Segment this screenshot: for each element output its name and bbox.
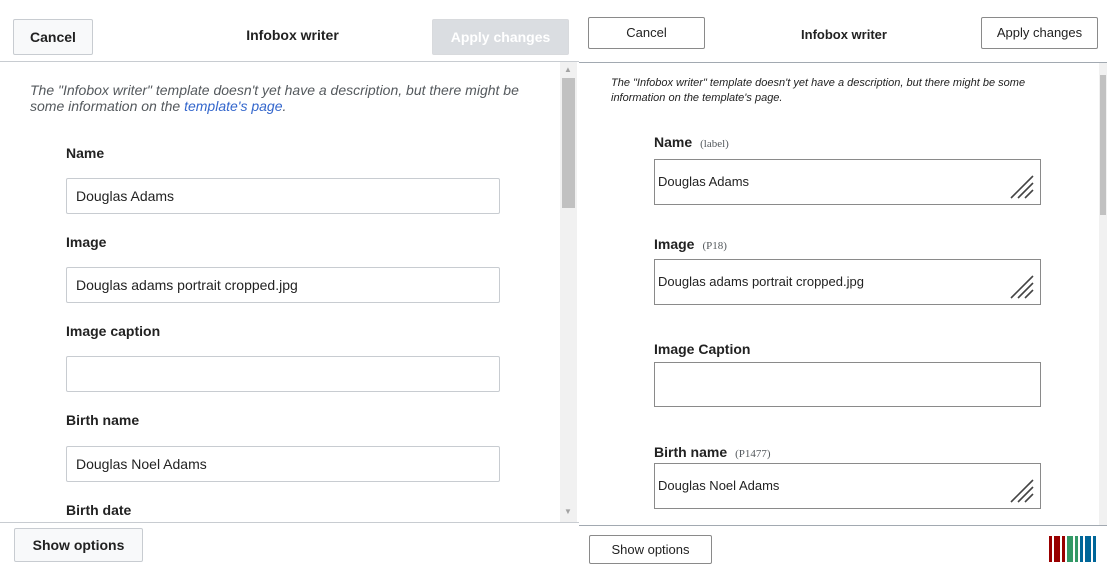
field-value: Douglas Noel Adams [658,478,780,493]
right-dialog: Cancel Infobox writer Apply changes The … [579,0,1107,565]
template-description: The "Infobox writer" template doesn't ye… [30,82,540,114]
field-label-text: Birth name [654,444,728,460]
birth-name-field[interactable]: Douglas Noel Adams [66,446,500,482]
dialog-body: The "Infobox writer" template doesn't ye… [0,62,579,522]
field-label-text: Name [654,134,693,150]
wikidata-logo [1049,536,1096,562]
field-label-birth-date: Birth date [66,502,132,518]
cancel-button[interactable]: Cancel [588,17,705,49]
resize-grip-icon[interactable] [1007,272,1035,300]
resize-grip-icon[interactable] [1007,476,1035,504]
field-label-image-caption: Image Caption [654,341,750,357]
resize-grip-icon[interactable] [1007,172,1035,200]
description-end: . [282,98,287,114]
dialog-header: Cancel Infobox writer Apply changes [0,0,579,62]
left-dialog: Cancel Infobox writer Apply changes The … [0,0,579,565]
field-value: Douglas Adams [658,174,750,189]
image-field[interactable]: Douglas adams portrait cropped.jpg [654,259,1041,305]
property-id: (P18) [702,240,727,252]
field-value: Douglas adams portrait cropped.jpg [658,274,864,289]
apply-changes-button[interactable]: Apply changes [981,17,1098,49]
template-page-link[interactable]: template's page [184,98,282,114]
cancel-button[interactable]: Cancel [13,19,93,55]
show-options-button[interactable]: Show options [589,535,712,564]
name-field[interactable]: Douglas Adams [654,159,1041,205]
field-label-name: Name [66,145,105,161]
scrollbar[interactable] [1099,63,1107,525]
dialog-title: Infobox writer [246,27,339,43]
field-label-name: Name (label) [654,134,729,150]
dialog-footer: Show options [579,525,1107,565]
scrollbar-thumb[interactable] [562,78,575,208]
show-options-button[interactable]: Show options [14,528,143,562]
field-label-image-caption: Image caption [66,323,161,339]
field-label-birth-name: Birth name [66,412,140,428]
chevron-down-icon[interactable]: ▼ [564,508,572,516]
dialog-header: Cancel Infobox writer Apply changes [579,0,1107,63]
property-id: (P1477) [735,448,771,460]
birth-name-field[interactable]: Douglas Noel Adams [654,463,1041,509]
field-label-text: Image Caption [654,341,751,357]
template-description: The "Infobox writer" template doesn't ye… [611,77,1026,104]
image-caption-field[interactable] [66,356,500,392]
dialog-body: The "Infobox writer" template doesn't ye… [579,63,1107,525]
field-label-image: Image (P18) [654,236,727,252]
dialog-title: Infobox writer [801,27,887,42]
field-label-birth-name: Birth name (P1477) [654,444,771,460]
scrollbar-thumb[interactable] [1100,75,1106,215]
apply-changes-button[interactable]: Apply changes [432,19,569,55]
chevron-up-icon[interactable]: ▲ [564,66,572,74]
property-id: (label) [700,138,729,150]
name-field[interactable]: Douglas Adams [66,178,500,214]
image-caption-field[interactable] [654,362,1041,407]
field-label-image: Image [66,234,107,250]
image-field[interactable]: Douglas adams portrait cropped.jpg [66,267,500,303]
dialog-footer: Show options [0,522,579,565]
field-label-text: Image [654,236,695,252]
scrollbar[interactable]: ▲ ▼ [560,62,577,522]
